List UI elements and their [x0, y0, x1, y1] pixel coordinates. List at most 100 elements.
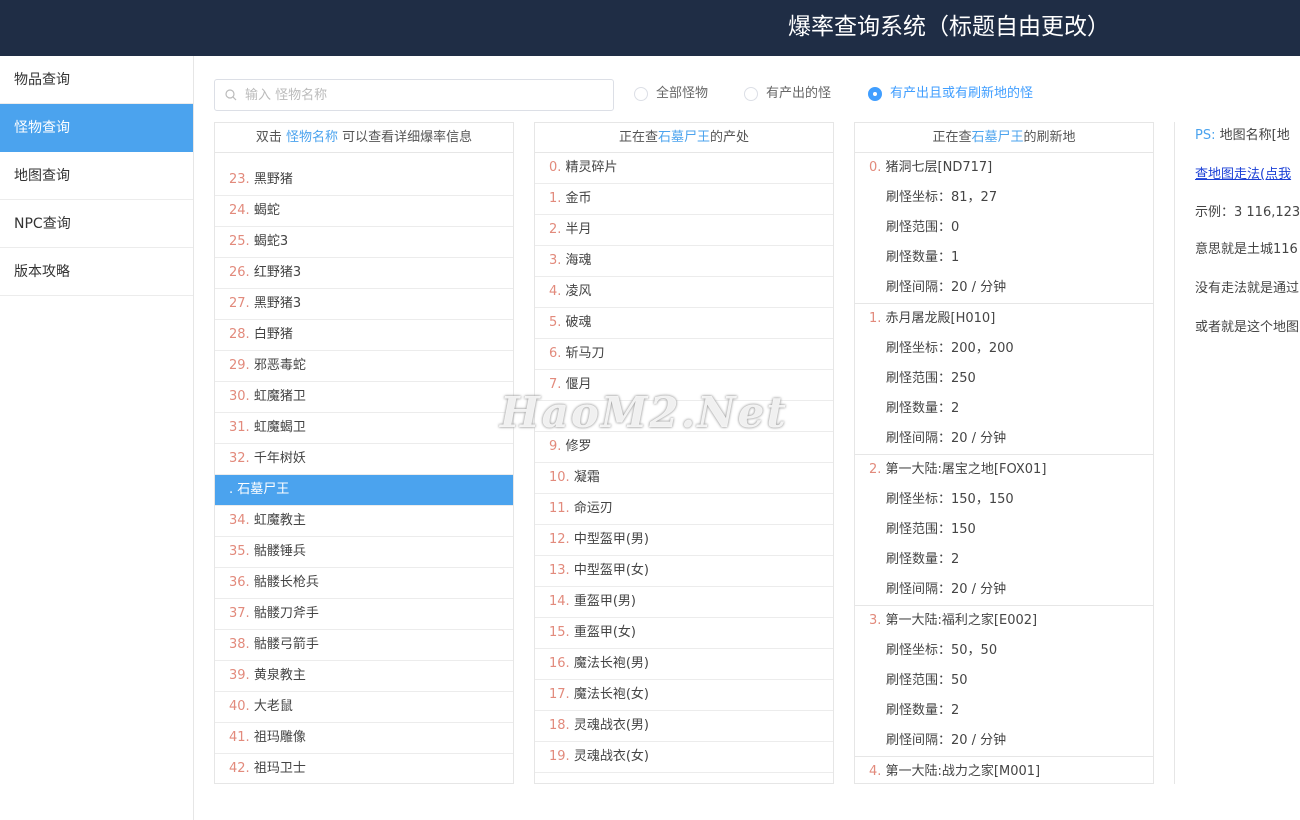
row-name: 骷髅弓箭手	[253, 637, 319, 652]
spawn-interval: 刷怪间隔：20 / 分钟	[886, 733, 1007, 748]
spawn-entry: 1. 赤月屠龙殿[H010] 刷怪坐标：200，200 刷怪范围：250 刷怪数量：2…	[855, 304, 1153, 455]
spawn-map-name[interactable]: 1. 赤月屠龙殿[H010]	[869, 304, 1153, 334]
row-index: 9.	[549, 439, 562, 454]
spawn-map-name[interactable]: 3. 第一大陆:福利之家[E002]	[869, 606, 1153, 636]
header-prefix: 双击	[255, 130, 282, 145]
row-index: 10.	[549, 470, 570, 485]
row-index: 24.	[229, 203, 250, 218]
drop-list-item[interactable]: 18. 灵魂战衣(男)	[535, 711, 833, 742]
drop-list-item[interactable]: 9. 修罗	[535, 432, 833, 463]
sidebar-item-map-query[interactable]: 地图查询	[0, 152, 193, 200]
row-name: 重盔甲(男)	[573, 594, 636, 609]
sidebar-item-npc-query[interactable]: NPC查询	[0, 200, 193, 248]
sidebar-item-version-guide[interactable]: 版本攻略	[0, 248, 193, 296]
row-index: 30.	[229, 389, 250, 404]
drop-list-item[interactable]: 14. 重盔甲(男)	[535, 587, 833, 618]
row-name: 大老鼠	[253, 699, 293, 714]
monster-list-item[interactable]: . 石墓尸王	[215, 475, 513, 506]
monster-list-item[interactable]: 41. 祖玛雕像	[215, 723, 513, 754]
row-index: 19.	[549, 749, 570, 764]
header-prefix: 正在查	[932, 130, 972, 145]
monster-list-item[interactable]: 34. 虹魔教主	[215, 506, 513, 537]
monster-list-item[interactable]: 36. 骷髅长枪兵	[215, 568, 513, 599]
radio-indicator	[744, 87, 758, 101]
monster-list-item[interactable]: 31. 虹魔蝎卫	[215, 413, 513, 444]
ps-note: PS: 地图名称[地	[1175, 126, 1290, 146]
row-name: 红野猪3	[253, 265, 302, 280]
row-name: 灵魂战衣(女)	[573, 749, 649, 764]
spawn-map: 第一大陆:战力之家[M001]	[885, 764, 1041, 779]
drop-list-item[interactable]: 15. 重盔甲(女)	[535, 618, 833, 649]
drop-list-item[interactable]: 7. 偃月	[535, 370, 833, 401]
header-suffix: 可以查看详细爆率信息	[342, 130, 473, 145]
drop-list-item[interactable]: 6. 斩马刀	[535, 339, 833, 370]
monster-list-item[interactable]: 35. 骷髅锤兵	[215, 537, 513, 568]
row-index: 36.	[229, 575, 250, 590]
sidebar-item-monster-query[interactable]: 怪物查询	[0, 104, 193, 152]
monster-list-item[interactable]: 40. 大老鼠	[215, 692, 513, 723]
spawn-coords: 刷怪坐标：50，50	[886, 643, 998, 658]
row-name: 斩马刀	[565, 346, 605, 361]
radio-indicator	[634, 87, 648, 101]
row-name: 重盔甲(女)	[573, 625, 636, 640]
monster-list-item[interactable]: 25. 蝎蛇3	[215, 227, 513, 258]
drop-list-item[interactable]: 1. 金币	[535, 184, 833, 215]
row-name: 命运刃	[573, 501, 613, 516]
monster-search-input[interactable]	[245, 80, 605, 110]
monster-list-item[interactable]: 23. 黑野猪	[215, 165, 513, 196]
radio-label: 有产出且或有刷新地的怪	[890, 86, 1034, 101]
monster-list-item[interactable]: 24. 蝎蛇	[215, 196, 513, 227]
row-index: 38.	[229, 637, 250, 652]
row-index: 14.	[549, 594, 570, 609]
row-index: 2.	[549, 222, 562, 237]
spawn-map-name[interactable]: 0. 猪洞七层[ND717]	[869, 153, 1153, 183]
spawn-index: 4.	[869, 764, 882, 779]
row-index: 23.	[229, 172, 250, 187]
drop-list-item[interactable]: 12. 中型盔甲(男)	[535, 525, 833, 556]
row-name: 蝎蛇3	[253, 234, 289, 249]
monster-list-item[interactable]: 42. 祖玛卫士	[215, 754, 513, 783]
spawn-interval: 刷怪间隔：20 / 分钟	[886, 582, 1007, 597]
drop-list-item[interactable]: 4. 凌风	[535, 277, 833, 308]
monster-list-item[interactable]: 38. 骷髅弓箭手	[215, 630, 513, 661]
drop-list-item[interactable]: 10. 凝霜	[535, 463, 833, 494]
spawn-entry: 4. 第一大陆:战力之家[M001]	[855, 757, 1153, 783]
drop-list-item[interactable]: 11. 命运刃	[535, 494, 833, 525]
row-index: 11.	[549, 501, 570, 516]
drop-list-item[interactable]: 16. 魔法长袍(男)	[535, 649, 833, 680]
drop-list-item[interactable]	[535, 401, 833, 432]
radio-label: 全部怪物	[656, 86, 709, 101]
row-name: 千年树妖	[253, 451, 306, 466]
or-text: 或者就是这个地图	[1195, 320, 1300, 335]
no-route-text: 没有走法就是通过	[1195, 281, 1300, 296]
drop-list-item[interactable]: 13. 中型盔甲(女)	[535, 556, 833, 587]
row-index: 41.	[229, 730, 250, 745]
monster-list-item[interactable]: 26. 红野猪3	[215, 258, 513, 289]
drop-list-item[interactable]: 5. 破魂	[535, 308, 833, 339]
drop-list-item[interactable]: 19. 灵魂战衣(女)	[535, 742, 833, 773]
spawn-map-name[interactable]: 2. 第一大陆:屠宝之地[FOX01]	[869, 455, 1153, 485]
monster-list-item[interactable]: 28. 白野猪	[215, 320, 513, 351]
monster-list-item[interactable]: 29. 邪恶毒蛇	[215, 351, 513, 382]
monster-list-item[interactable]: 37. 骷髅刀斧手	[215, 599, 513, 630]
monster-list-item[interactable]: 30. 虹魔猪卫	[215, 382, 513, 413]
drops-header: 正在查石墓尸王的产处	[535, 123, 833, 153]
monster-list-item[interactable]: 32. 千年树妖	[215, 444, 513, 475]
map-route-link[interactable]: 查地图走法(点我	[1195, 167, 1291, 182]
drop-list-item[interactable]: 17. 魔法长袍(女)	[535, 680, 833, 711]
row-index: 25.	[229, 234, 250, 249]
row-name: 半月	[565, 222, 592, 237]
map-route-link-row: 查地图走法(点我	[1175, 165, 1291, 185]
spawn-map-name[interactable]: 4. 第一大陆:战力之家[M001]	[869, 757, 1153, 783]
row-index: 1.	[549, 191, 562, 206]
drop-list-item[interactable]: 3. 海魂	[535, 246, 833, 277]
example-text: 示例：3 116,123	[1195, 205, 1300, 220]
drop-list-item[interactable]: 2. 半月	[535, 215, 833, 246]
drop-list-item[interactable]: 0. 精灵碎片	[535, 153, 833, 184]
row-index: 28.	[229, 327, 250, 342]
monster-list-item[interactable]: 27. 黑野猪3	[215, 289, 513, 320]
page-title: 爆率查询系统（标题自由更改）	[788, 14, 1110, 40]
monster-list-item[interactable]: 39. 黄泉教主	[215, 661, 513, 692]
spawn-coords: 刷怪坐标：200，200	[886, 341, 1014, 356]
sidebar-item-item-query[interactable]: 物品查询	[0, 56, 193, 104]
